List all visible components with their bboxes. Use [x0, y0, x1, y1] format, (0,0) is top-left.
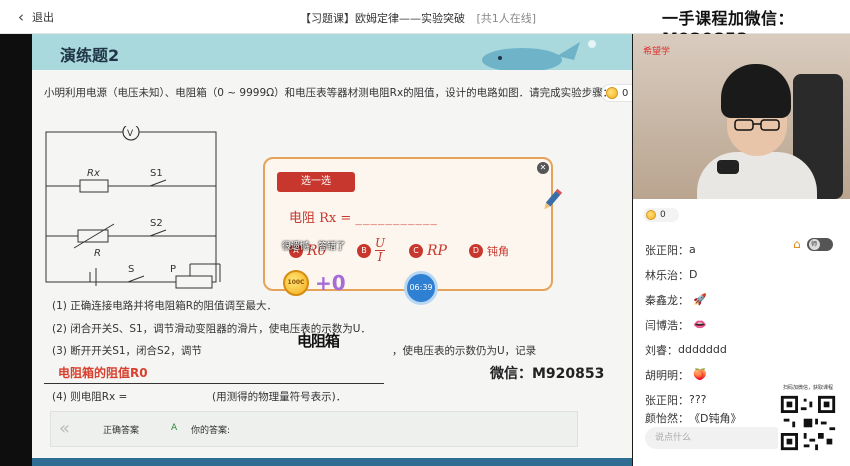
- watermark-slide: 微信：M920853: [490, 366, 605, 382]
- option-b-numerator: U: [375, 236, 386, 250]
- chat-text: ddddddd: [678, 343, 727, 356]
- question-text: 小明利用电源（电压未知）、电阻箱（0 ~ 9999Ω）和电压表等器材测电阻Rx的…: [44, 87, 614, 99]
- correct-answer-value: A: [171, 423, 178, 433]
- reward-coin-icon: 100C: [283, 270, 309, 296]
- chat-text: ???: [689, 393, 707, 406]
- option-d-text: 钝角: [487, 245, 509, 258]
- option-b-denominator: I: [377, 250, 383, 264]
- chat-message: 林乐治： D: [645, 268, 698, 282]
- chat-message: 刘睿： ddddddd: [645, 343, 727, 357]
- qr-caption: 扫码加微信，获取课程: [782, 385, 833, 391]
- wrong-answer-toast: 很遗憾，答错了: [282, 242, 346, 252]
- camera-logo: 希望学: [643, 47, 671, 57]
- teacher-body: [697, 152, 817, 199]
- back-button[interactable]: ‹ 退出: [18, 8, 54, 26]
- chat-message: 秦鑫龙： 🚀: [645, 293, 707, 307]
- quiz-tag: 选一选: [277, 172, 355, 192]
- circuit-label-s: S: [128, 264, 134, 275]
- chat-name: 张正阳: [645, 243, 678, 257]
- option-c[interactable]: C RP: [409, 243, 447, 259]
- step-3-left: (3) 断开开关S1，闭合S2，调节: [52, 345, 202, 357]
- panel-coin-badge: 0: [643, 208, 679, 222]
- countdown-timer: 06:39: [404, 271, 438, 305]
- step-4-right: (用测得的物理量符号表示)．: [212, 391, 347, 403]
- slide-coin-count: 0: [622, 87, 629, 99]
- chat-text: 《D钝角》: [689, 412, 742, 424]
- qr-code-icon: [778, 393, 838, 453]
- chat-input[interactable]: 说点什么: [645, 427, 785, 449]
- back-label: 退出: [32, 11, 54, 24]
- chat-name: 秦鑫龙: [645, 293, 678, 307]
- option-d-letter: D: [469, 244, 483, 258]
- your-answer-label: 你的答案:: [191, 426, 231, 436]
- qr-code-block: 扫码加微信，获取课程: [778, 384, 838, 462]
- step-1: (1) 正确连接电路并将电阻箱R的阻值调至最大．: [52, 300, 278, 312]
- circuit-label-s1: S1: [150, 168, 163, 179]
- chat-name: 张正阳: [645, 393, 678, 407]
- chat-name: 颜怡然: [645, 412, 678, 424]
- handwriting-answer-1: 电阻箱: [297, 332, 340, 350]
- answer-bar: « 正确答案 A 你的答案:: [50, 411, 578, 447]
- slide-left-margin: [0, 34, 32, 466]
- top-bar: ‹ 退出 【习题课】欧姆定律——实验突破 [共1人在线] 一手课程加微信：M92…: [0, 0, 850, 48]
- coin-icon: [646, 210, 656, 220]
- circuit-label-r: R: [94, 248, 101, 259]
- step-3-right: ，使电压表的示数仍为U，记录: [392, 345, 537, 357]
- handwriting-answer-2: 电阻箱的阻值R0: [58, 366, 148, 380]
- close-icon[interactable]: ✕: [537, 162, 549, 174]
- formula-text: 电阻 Rx =: [289, 211, 352, 226]
- microphone: [717, 160, 739, 174]
- option-c-letter: C: [409, 244, 423, 258]
- slide-bottom-bar: [32, 458, 632, 466]
- circuit-label-rx: Rx: [87, 168, 100, 179]
- whale-decoration-icon: [482, 40, 596, 70]
- panel-coin-count: 0: [660, 210, 666, 220]
- formula-blank: ___________: [355, 211, 438, 226]
- chat-name: 闫博浩: [645, 318, 678, 332]
- correct-answer-label: 正确答案: [103, 426, 140, 436]
- step-4: (4) 则电阻Rx = (用测得的物理量符号表示)．: [52, 389, 346, 404]
- chat-message: 张正阳： a: [645, 243, 696, 257]
- class-title-text: 【习题课】欧姆定律——实验突破: [300, 12, 465, 25]
- teacher-camera: 希望学: [633, 34, 850, 199]
- peach-icon: 🍑: [693, 368, 707, 381]
- chat-name: 刘睿: [645, 343, 667, 357]
- chevron-left-icon: ‹: [18, 8, 24, 26]
- circuit-diagram: V Rx S1 S2 R S P: [45, 126, 221, 289]
- option-c-text: RP: [427, 243, 447, 259]
- circuit-label-voltmeter: V: [127, 129, 134, 139]
- slide-header: 演练题2: [32, 34, 632, 70]
- chat-text: a: [689, 243, 696, 256]
- answer-underline: [44, 383, 384, 384]
- coin-reward: 100C +0: [283, 270, 346, 296]
- option-b[interactable]: B U I: [357, 237, 385, 264]
- chat-name: 胡明明: [645, 368, 678, 382]
- quiz-formula: 电阻 Rx = ___________: [289, 207, 438, 226]
- double-chevron-left-icon[interactable]: «: [59, 418, 70, 439]
- online-count: [共1人在线]: [476, 12, 537, 25]
- option-b-fraction: U I: [375, 237, 385, 264]
- reward-amount: +0: [315, 271, 346, 295]
- chat-message: 闫博浩： 👄: [645, 318, 707, 332]
- exercise-title: 演练题2: [60, 46, 120, 65]
- circuit-label-s2: S2: [150, 218, 163, 229]
- class-title: 【习题课】欧姆定律——实验突破 [共1人在线]: [300, 10, 536, 26]
- step-4-left: (4) 则电阻Rx =: [52, 391, 128, 403]
- rocket-icon: 🚀: [693, 293, 707, 306]
- option-d[interactable]: D 钝角: [469, 243, 509, 259]
- option-b-letter: B: [357, 243, 371, 258]
- pencil-icon[interactable]: [538, 186, 566, 214]
- chat-text: D: [689, 268, 698, 281]
- lips-icon: 👄: [693, 318, 707, 331]
- chat-name: 林乐治: [645, 268, 678, 282]
- glasses-icon: [734, 119, 780, 131]
- circuit-label-p: P: [170, 264, 176, 275]
